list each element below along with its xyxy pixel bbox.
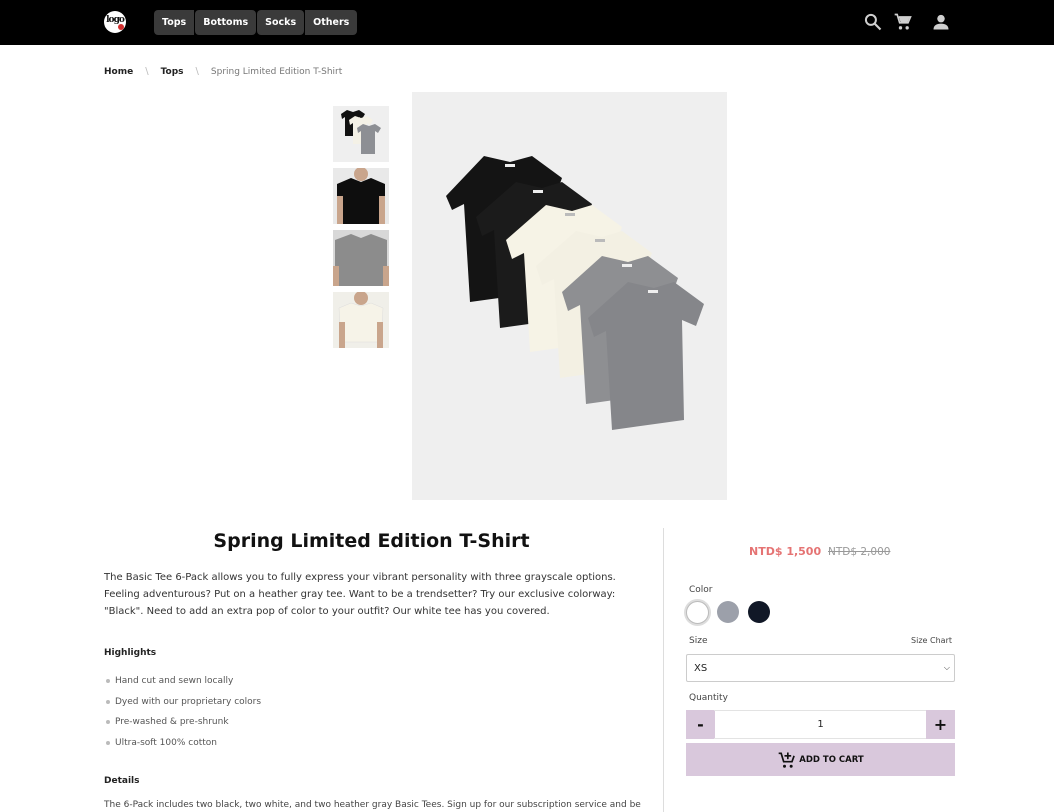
highlights-heading: Highlights xyxy=(104,648,157,658)
breadcrumb-current: Spring Limited Edition T-Shirt xyxy=(210,66,343,77)
top-navigation-bar: logo Tops Bottoms Socks Others xyxy=(0,0,1054,45)
add-to-cart-label: ADD TO CART xyxy=(799,754,864,765)
quantity-label: Quantity xyxy=(689,693,728,703)
list-item: Pre-washed & pre-shrunk xyxy=(106,712,261,733)
product-title: Spring Limited Edition T-Shirt xyxy=(213,530,530,552)
highlight-text: Pre-washed & pre-shrunk xyxy=(115,717,229,728)
nav-tab-bottoms[interactable]: Bottoms xyxy=(195,10,257,35)
highlights-list: Hand cut and sewn locally Dyed with our … xyxy=(106,671,261,753)
column-divider xyxy=(663,528,664,812)
highlight-text: Ultra-soft 100% cotton xyxy=(115,737,217,748)
list-item: Hand cut and sewn locally xyxy=(106,671,261,692)
bullet-icon xyxy=(106,679,110,684)
color-label: Color xyxy=(689,585,713,595)
size-chart-link[interactable]: Size Chart xyxy=(880,636,952,645)
original-price: NTD$ 2,000 xyxy=(828,546,891,558)
category-nav: Tops Bottoms Socks Others xyxy=(154,10,358,35)
bullet-icon xyxy=(106,740,110,745)
color-swatch-navy[interactable] xyxy=(748,601,770,623)
list-item: Dyed with our proprietary colors xyxy=(106,692,261,713)
logo[interactable]: logo xyxy=(104,11,126,33)
logo-text: logo xyxy=(106,15,125,25)
breadcrumb-separator: \ xyxy=(145,66,149,77)
logo-dot xyxy=(118,24,124,30)
product-description: The Basic Tee 6-Pack allows you to fully… xyxy=(104,572,616,617)
bullet-icon xyxy=(106,699,110,704)
breadcrumb: Home \ Tops \ Spring Limited Edition T-S… xyxy=(104,66,342,77)
details-heading: Details xyxy=(104,776,140,786)
cart-icon[interactable] xyxy=(893,12,913,32)
size-value: XS xyxy=(694,662,708,674)
highlight-text: Hand cut and sewn locally xyxy=(115,676,234,687)
size-select[interactable]: XS ⌵ xyxy=(686,654,955,682)
chevron-down-icon: ⌵ xyxy=(943,663,950,672)
color-swatch-white[interactable] xyxy=(686,601,709,624)
add-cart-icon xyxy=(778,752,796,768)
thumbnail-black-tee[interactable] xyxy=(333,168,389,224)
list-item: Ultra-soft 100% cotton xyxy=(106,733,261,754)
quantity-increase-button[interactable]: + xyxy=(926,710,955,739)
breadcrumb-separator: \ xyxy=(195,66,199,77)
user-icon[interactable] xyxy=(931,12,951,32)
quantity-decrease-button[interactable]: - xyxy=(686,710,715,739)
thumbnail-gray-tee[interactable] xyxy=(333,230,389,286)
nav-tab-others[interactable]: Others xyxy=(305,10,358,35)
size-label: Size xyxy=(689,636,708,646)
highlight-text: Dyed with our proprietary colors xyxy=(115,696,262,707)
nav-tab-socks[interactable]: Socks xyxy=(257,10,305,35)
color-swatch-gray[interactable] xyxy=(717,601,739,623)
details-text: The 6-Pack includes two black, two white… xyxy=(104,800,641,810)
sale-price: NTD$ 1,500 xyxy=(749,545,822,558)
thumbnail-six-pack[interactable] xyxy=(333,106,389,162)
search-icon[interactable] xyxy=(863,12,883,32)
nav-tab-tops[interactable]: Tops xyxy=(154,10,195,35)
quantity-input[interactable]: 1 xyxy=(714,710,927,739)
bullet-icon xyxy=(106,720,110,725)
thumbnail-white-tee[interactable] xyxy=(333,292,389,348)
product-main-image xyxy=(412,92,727,500)
breadcrumb-category[interactable]: Tops xyxy=(161,67,184,77)
add-to-cart-button[interactable]: ADD TO CART xyxy=(686,743,955,776)
breadcrumb-home[interactable]: Home xyxy=(104,67,133,77)
